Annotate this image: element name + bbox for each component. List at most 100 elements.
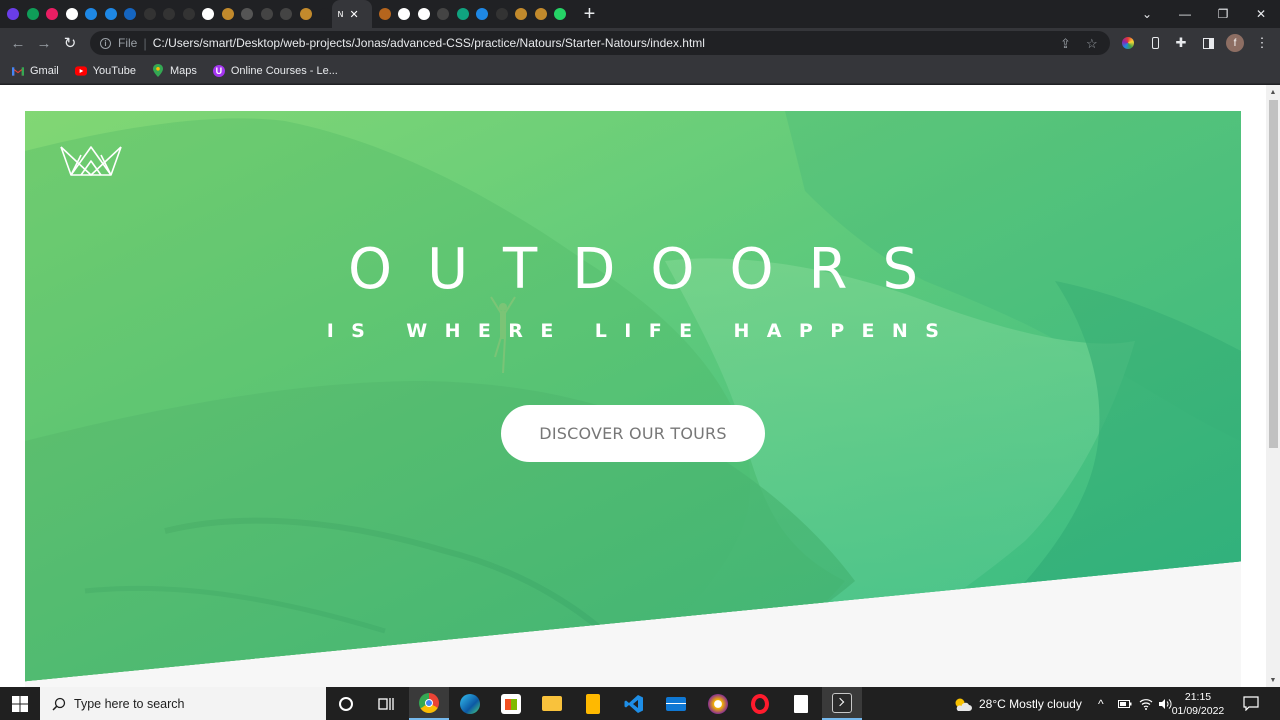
page-border-right bbox=[1241, 111, 1266, 687]
tab-favicon-icon bbox=[534, 8, 547, 20]
tab-favicon-icon bbox=[163, 8, 175, 20]
browser-tab[interactable]: K bbox=[39, 0, 59, 28]
tab-favicon-icon bbox=[319, 8, 331, 20]
menu-kebab-icon[interactable]: ⋮ bbox=[1249, 28, 1275, 58]
taskbar-clock[interactable]: 21:15 01/09/2022 bbox=[1172, 687, 1225, 720]
notification-center-button[interactable] bbox=[1243, 687, 1259, 720]
close-window-button[interactable]: ✕ bbox=[1242, 0, 1280, 28]
browser-tab[interactable]: F bbox=[20, 0, 40, 28]
active-browser-tab[interactable]: N ✕ bbox=[331, 0, 372, 28]
taskbar-mail[interactable] bbox=[656, 687, 696, 720]
browser-tab[interactable]: B bbox=[234, 0, 254, 28]
tab-favicon-icon bbox=[495, 8, 508, 20]
browser-tab[interactable]: L bbox=[528, 0, 548, 28]
new-tab-button[interactable]: + bbox=[575, 0, 605, 28]
scroll-up-arrow-icon[interactable]: ▲ bbox=[1266, 85, 1280, 99]
browser-tab[interactable]: n bbox=[372, 0, 392, 28]
task-view-button[interactable] bbox=[366, 687, 406, 720]
notification-icon bbox=[1243, 696, 1259, 711]
profile-initial: f bbox=[1226, 34, 1244, 52]
browser-tab[interactable]: L bbox=[273, 0, 293, 28]
browser-tab[interactable]: T bbox=[391, 0, 411, 28]
show-hidden-icons-button[interactable]: ^ bbox=[1098, 687, 1104, 720]
extension-color-icon[interactable] bbox=[1115, 28, 1141, 58]
windows-taskbar: Type here to search 28°C Mostly cloudy ^… bbox=[0, 687, 1280, 720]
taskbar-edge[interactable] bbox=[450, 687, 490, 720]
hero-heading-main: OUTDOORS bbox=[347, 237, 953, 302]
phone-icon[interactable] bbox=[1142, 28, 1168, 58]
tab-favicon-icon bbox=[417, 8, 430, 20]
search-icon bbox=[52, 697, 66, 711]
browser-tab[interactable]: C bbox=[450, 0, 470, 28]
browser-tab[interactable]: C bbox=[137, 0, 157, 28]
discover-tours-button[interactable]: DISCOVER OUR TOURS bbox=[501, 405, 765, 462]
taskbar-chrome[interactable] bbox=[409, 687, 449, 720]
taskbar-file-explorer[interactable] bbox=[532, 687, 572, 720]
tab-favicon-icon bbox=[26, 8, 39, 20]
browser-tab[interactable]: L bbox=[254, 0, 274, 28]
browser-tab[interactable]: C bbox=[0, 0, 20, 28]
address-bar[interactable]: i File | C:/Users/smart/Desktop/web-proj… bbox=[90, 31, 1110, 55]
taskbar-sticky-app[interactable] bbox=[573, 687, 613, 720]
taskbar-store[interactable] bbox=[491, 687, 531, 720]
browser-tab[interactable]: B bbox=[312, 0, 332, 28]
scroll-thumb[interactable] bbox=[1269, 100, 1278, 448]
weather-widget[interactable]: 28°C Mostly cloudy bbox=[952, 687, 1082, 720]
bookmarks-bar: Gmail YouTube Maps U Online Courses - Le… bbox=[0, 58, 1280, 84]
bookmark-gmail[interactable]: Gmail bbox=[12, 65, 59, 77]
browser-tab[interactable]: S bbox=[469, 0, 489, 28]
taskbar-terminal[interactable] bbox=[822, 687, 862, 720]
sticky-notes-icon bbox=[586, 693, 600, 714]
document-icon bbox=[794, 694, 808, 713]
start-button[interactable] bbox=[0, 687, 40, 720]
browser-tab[interactable]: L bbox=[508, 0, 528, 28]
taskbar-search-input[interactable]: Type here to search bbox=[40, 687, 326, 720]
cloudy-weather-icon bbox=[955, 698, 972, 711]
wifi-icon[interactable] bbox=[1139, 687, 1153, 720]
tab-favicon-icon bbox=[124, 8, 136, 20]
natours-logo[interactable] bbox=[59, 143, 123, 179]
side-panel-icon[interactable] bbox=[1195, 28, 1221, 58]
tab-favicon-icon bbox=[398, 8, 410, 20]
tab-search-icon[interactable]: ⌄ bbox=[1128, 0, 1166, 28]
info-icon[interactable]: i bbox=[100, 37, 111, 49]
browser-tab[interactable]: k bbox=[195, 0, 215, 28]
page-scrollbar[interactable]: ▲ ▼ bbox=[1266, 85, 1280, 687]
browser-tab[interactable]: C bbox=[156, 0, 176, 28]
browser-tab[interactable]: F bbox=[293, 0, 313, 28]
tab-close-icon[interactable]: ✕ bbox=[349, 8, 358, 21]
browser-tab[interactable]: L bbox=[215, 0, 235, 28]
minimize-button[interactable]: — bbox=[1166, 0, 1204, 28]
browser-tab[interactable]: C bbox=[489, 0, 509, 28]
browser-tab[interactable]: 1 bbox=[430, 0, 450, 28]
browser-tab[interactable]: F bbox=[411, 0, 431, 28]
browser-tab[interactable]: L bbox=[117, 0, 137, 28]
browser-tab[interactable]: D bbox=[98, 0, 118, 28]
cortana-button[interactable] bbox=[326, 687, 366, 720]
bookmark-star-icon[interactable]: ☆ bbox=[1086, 36, 1098, 52]
clock-time: 21:15 bbox=[1184, 690, 1212, 703]
profile-avatar[interactable]: f bbox=[1222, 28, 1248, 58]
browser-tab[interactable]: C bbox=[59, 0, 79, 28]
taskbar-opera[interactable] bbox=[740, 687, 780, 720]
volume-icon[interactable] bbox=[1158, 687, 1172, 720]
reload-button[interactable]: ↻ bbox=[57, 30, 83, 56]
share-icon[interactable]: ⇪ bbox=[1060, 36, 1071, 52]
browser-tab[interactable]: F bbox=[78, 0, 98, 28]
taskbar-browser-alt[interactable] bbox=[698, 687, 738, 720]
maps-icon bbox=[152, 64, 164, 77]
bookmark-maps[interactable]: Maps bbox=[152, 64, 197, 77]
taskbar-vscode[interactable] bbox=[614, 687, 654, 720]
browser-tab[interactable]: ( bbox=[547, 0, 567, 28]
scroll-down-arrow-icon[interactable]: ▼ bbox=[1266, 673, 1280, 687]
battery-icon[interactable] bbox=[1118, 687, 1132, 720]
bookmark-online-courses[interactable]: U Online Courses - Le... bbox=[212, 64, 338, 77]
bookmark-youtube[interactable]: YouTube bbox=[74, 65, 136, 77]
browser-tab[interactable]: C bbox=[176, 0, 196, 28]
maximize-button[interactable]: ❐ bbox=[1204, 0, 1242, 28]
url-text[interactable]: C:/Users/smart/Desktop/web-projects/Jona… bbox=[153, 36, 705, 50]
forward-button[interactable]: → bbox=[31, 30, 57, 56]
back-button[interactable]: ← bbox=[5, 30, 31, 56]
taskbar-notepad[interactable] bbox=[781, 687, 821, 720]
extensions-puzzle-icon[interactable]: ✚ bbox=[1168, 28, 1194, 58]
